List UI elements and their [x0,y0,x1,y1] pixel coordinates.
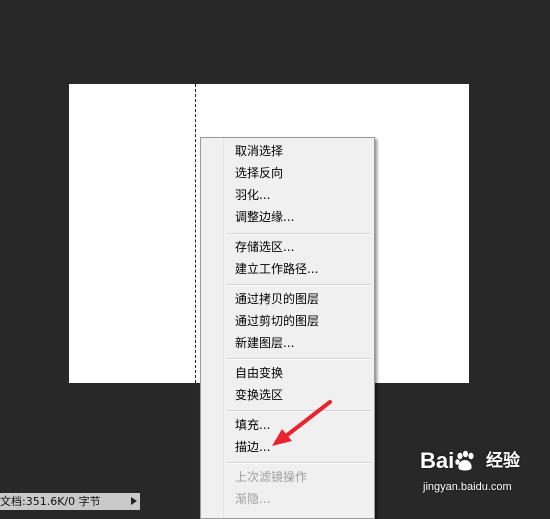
menu-separator [227,358,371,360]
menu-item-layer-via-cut[interactable]: 通过剪切的图层 [235,310,319,332]
annotation-arrow-icon [272,400,332,446]
watermark-brand: Bai [420,448,455,473]
menu-item-stroke[interactable]: 描边... [235,436,270,458]
menu-item-last-filter: 上次滤镜操作 [235,470,308,484]
selection-marquee-edge [195,84,196,383]
menu-separator [227,233,371,235]
watermark-url: jingyan.baidu.com [423,481,512,493]
menu-item-fill[interactable]: 填充... [235,414,270,436]
baidu-paw-icon [455,450,474,471]
menu-item-layer-via-copy[interactable]: 通过拷贝的图层 [235,288,319,310]
watermark-name: 经验 [486,451,520,470]
context-menu: 取消选择 选择反向 羽化... 调整边缘... 存储选区... 建立工作路径..… [200,137,375,519]
menu-icon-gutter [223,140,224,518]
menu-item-refine-edge[interactable]: 调整边缘... [235,206,294,228]
menu-separator [227,462,371,464]
menu-item-fade: 渐隐... [235,492,271,506]
menu-item-feather[interactable]: 羽化... [235,184,270,206]
status-bar: 文档:351.6K/0 字节 [0,493,140,510]
menu-item-select-inverse[interactable]: 选择反向 [235,162,283,184]
status-menu-arrow-icon[interactable] [131,497,137,505]
menu-item-deselect[interactable]: 取消选择 [235,140,283,162]
menu-item-new-layer[interactable]: 新建图层... [235,332,294,354]
watermark: Bai 经验 jingyan.baidu.com [420,448,548,500]
menu-item-make-work-path[interactable]: 建立工作路径... [235,258,318,280]
menu-item-save-selection[interactable]: 存储选区... [235,236,294,258]
menu-separator [227,284,371,286]
menu-item-free-transform[interactable]: 自由变换 [235,362,283,384]
document-size-status: 文档:351.6K/0 字节 [0,495,101,508]
